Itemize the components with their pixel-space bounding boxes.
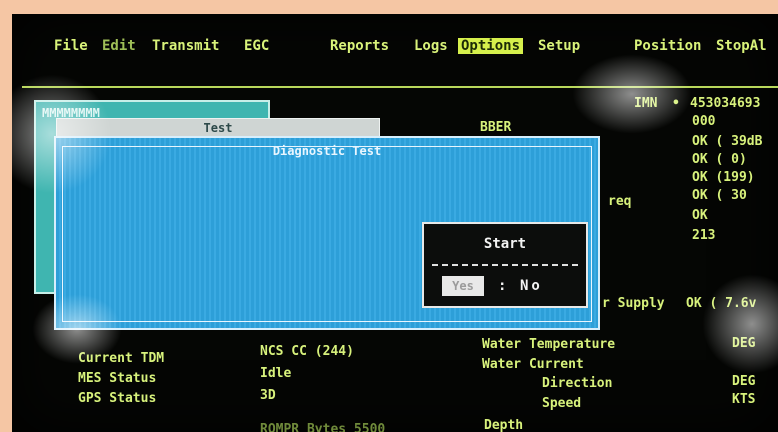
current-tdm-value: NCS CC (244) — [260, 344, 354, 359]
water-temperature-label: Water Temperature — [482, 337, 616, 352]
menu-position[interactable]: Position — [634, 38, 701, 54]
gps-status-label: GPS Status — [78, 391, 157, 406]
diagnostic-window-title: Diagnostic Test — [272, 144, 382, 158]
speed-label: Speed — [542, 396, 582, 411]
ber-label: BBER — [480, 120, 512, 135]
status-row: OK (199) — [692, 170, 755, 185]
direction-unit: DEG — [732, 374, 756, 389]
supply-value: OK ( 7.6v — [686, 296, 757, 311]
no-button[interactable]: No — [520, 276, 543, 296]
menu-bar: File Edit Transmit EGC Reports Logs Opti… — [12, 34, 778, 60]
ber-value: 000 — [692, 114, 716, 129]
menu-edit[interactable]: Edit — [102, 38, 136, 54]
menu-options[interactable]: Options — [458, 38, 524, 54]
imn-label: IMN — [634, 96, 658, 111]
screen-glare — [572, 54, 692, 134]
dialog-title: Start — [483, 236, 527, 252]
imn-arrow: • — [672, 96, 680, 111]
menu-divider — [22, 86, 778, 88]
status-row: OK — [692, 208, 708, 223]
imn-value: 453034693 — [690, 96, 761, 111]
menu-file[interactable]: File — [54, 38, 88, 54]
menu-setup[interactable]: Setup — [538, 38, 580, 54]
option-separator: : — [498, 278, 507, 294]
menu-reports[interactable]: Reports — [330, 38, 389, 54]
yes-button[interactable]: Yes — [442, 276, 484, 296]
status-row: OK ( 30 — [692, 188, 747, 203]
terminal-screen: File Edit Transmit EGC Reports Logs Opti… — [12, 14, 778, 432]
test-window-title: Test — [203, 121, 233, 135]
menu-logs[interactable]: Logs — [414, 38, 448, 54]
water-current-label: Water Current — [482, 357, 584, 372]
supply-label: r Supply — [602, 296, 665, 311]
screen-glare — [702, 274, 778, 374]
mes-status-label: MES Status — [78, 371, 157, 386]
gps-status-value: 3D — [260, 388, 276, 403]
menu-stopalarm[interactable]: StopAl — [716, 38, 767, 54]
direction-label: Direction — [542, 376, 613, 391]
speed-unit: KTS — [732, 392, 756, 407]
menu-egc[interactable]: EGC — [244, 38, 269, 54]
status-row: 213 — [692, 228, 716, 243]
depth-label: Depth — [484, 418, 524, 432]
partial-text: ROMPR Bytes 5500 — [260, 422, 386, 432]
temperature-unit: DEG — [732, 336, 756, 351]
status-row: OK ( 0) — [692, 152, 747, 167]
dialog-separator — [432, 264, 578, 266]
menu-transmit[interactable]: Transmit — [152, 38, 219, 54]
start-dialog: Start Yes : No — [422, 222, 588, 308]
current-tdm-label: Current TDM — [78, 351, 165, 366]
mes-status-value: Idle — [260, 366, 292, 381]
status-row: OK ( 39dB — [692, 134, 763, 149]
freq-label: req — [608, 194, 632, 209]
